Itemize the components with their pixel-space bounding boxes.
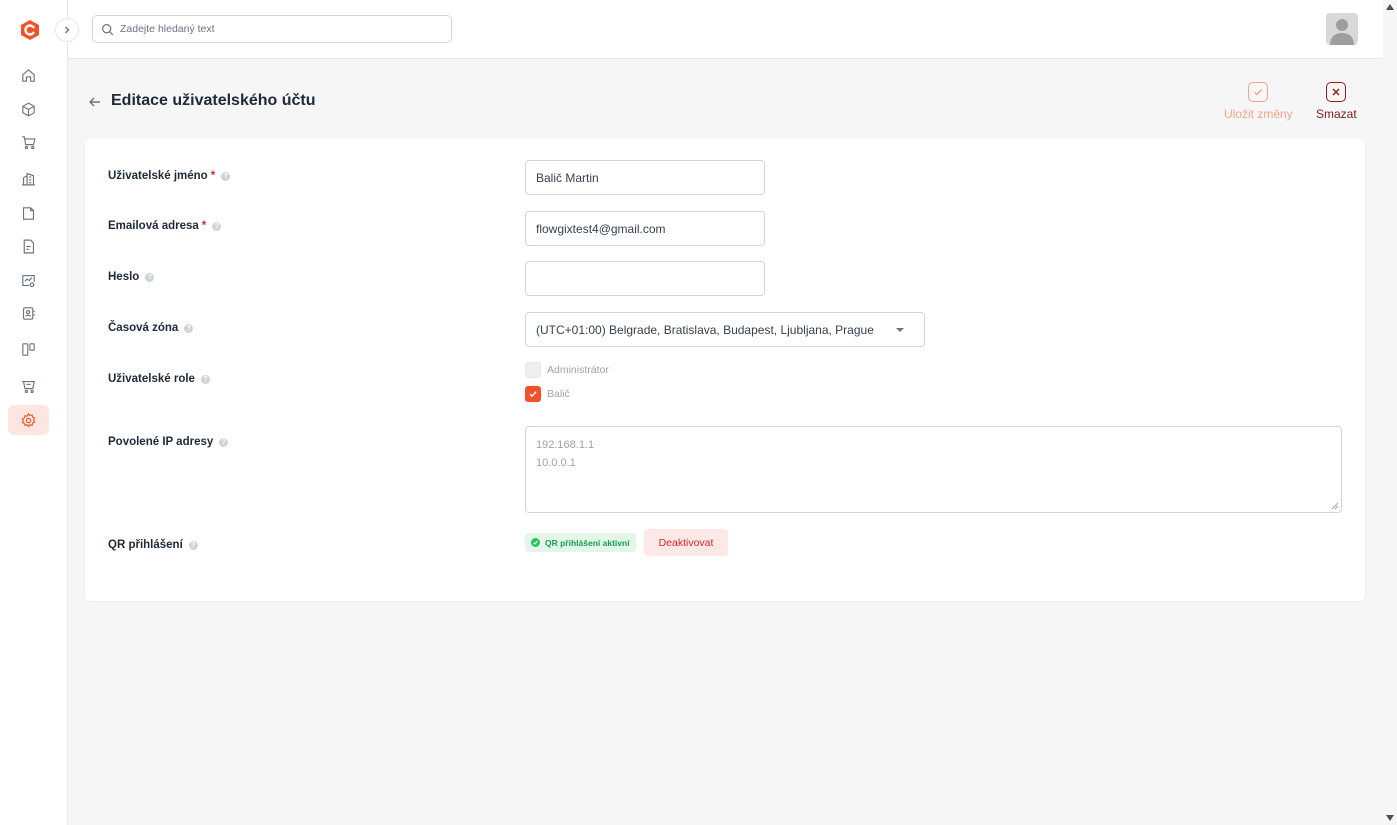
user-form-card: Uživatelské jméno *? Balič Martin Emailov… (85, 139, 1365, 601)
checkbox-checked[interactable] (525, 386, 541, 402)
required-mark: * (201, 220, 207, 232)
ip-line: 192.168.1.1 (536, 439, 595, 451)
email-field[interactable]: flowgixtest4@gmail.com (525, 211, 765, 246)
search-box[interactable] (92, 15, 452, 43)
cart-icon (22, 135, 36, 149)
sidebar-toggle-button[interactable] (55, 18, 79, 42)
help-icon[interactable]: ? (184, 323, 194, 333)
sidebar-item-analytics[interactable] (8, 265, 49, 295)
help-icon[interactable]: ? (221, 171, 231, 181)
box-icon (22, 101, 35, 117)
sidebar-item-settings[interactable] (8, 405, 49, 435)
check-icon (1248, 82, 1269, 102)
gear-icon (21, 412, 36, 427)
help-icon[interactable]: ? (212, 221, 222, 231)
home-icon (22, 68, 35, 82)
sidebar-item-contacts[interactable] (8, 298, 49, 328)
roles-label: Uživatelské role? (108, 373, 210, 385)
search-input[interactable] (120, 23, 440, 35)
save-changes-button[interactable]: Uložit změny (1224, 82, 1293, 121)
shop-cart-icon (22, 380, 35, 393)
username-label: Uživatelské jméno *? (108, 170, 231, 182)
delete-button[interactable]: Smazat (1316, 82, 1357, 121)
scroll-up-arrow-icon[interactable] (1386, 4, 1394, 10)
sidebar-item-warehouse[interactable] (8, 163, 49, 193)
required-mark: * (210, 170, 216, 182)
checkbox-unchecked[interactable] (525, 362, 541, 378)
sidebar-item-products[interactable] (8, 94, 49, 124)
deactivate-button[interactable]: Deaktivovat (644, 529, 728, 556)
password-label: Heslo? (108, 271, 155, 283)
sidebar (0, 0, 68, 825)
help-icon[interactable]: ? (200, 374, 210, 384)
user-avatar[interactable] (1326, 13, 1358, 45)
chevron-right-icon (65, 26, 70, 34)
help-icon[interactable]: ? (188, 540, 198, 550)
page-scrollbar[interactable] (1383, 0, 1397, 825)
analytics-icon (22, 274, 35, 287)
app-logo-icon[interactable] (19, 19, 41, 41)
qr-login-label: QR přihlášení? (108, 539, 198, 551)
resize-handle-icon[interactable] (1331, 502, 1339, 510)
qr-status-badge: QR přihlášení aktivní (525, 533, 636, 552)
close-icon (1326, 82, 1347, 102)
user-silhouette-icon (1330, 19, 1354, 45)
search-icon (102, 23, 114, 35)
ip-addresses-textarea[interactable]: 192.168.1.1 10.0.0.1 (525, 426, 1342, 513)
report-icon (23, 239, 35, 253)
back-arrow-icon[interactable] (88, 95, 102, 109)
timezone-select[interactable]: (UTC+01:00) Belgrade, Bratislava, Budape… (525, 312, 925, 347)
save-changes-label: Uložit změny (1224, 107, 1293, 121)
username-field[interactable]: Balič Martin (525, 160, 765, 195)
page-title: Editace uživatelského účtu (111, 92, 316, 109)
ip-line: 10.0.0.1 (536, 457, 576, 469)
role-option-balic[interactable]: Balič (525, 386, 570, 402)
kanban-icon (22, 342, 35, 356)
chevron-down-icon (896, 327, 904, 332)
delete-label: Smazat (1316, 107, 1357, 121)
top-bar (68, 0, 1383, 59)
scroll-down-arrow-icon[interactable] (1386, 815, 1394, 821)
building-icon (22, 172, 35, 185)
sidebar-item-home[interactable] (8, 60, 49, 90)
help-icon[interactable]: ? (219, 437, 229, 447)
email-label: Emailová adresa *? (108, 220, 222, 232)
help-icon[interactable]: ? (145, 272, 155, 282)
ip-addresses-label: Povolené IP adresy? (108, 436, 229, 448)
document-icon (22, 206, 35, 220)
check-circle-icon (531, 538, 540, 547)
contact-icon (22, 306, 35, 320)
sidebar-item-reports[interactable] (8, 231, 49, 261)
password-field[interactable] (525, 261, 765, 296)
sidebar-item-boards[interactable] (8, 334, 49, 364)
sidebar-item-documents[interactable] (8, 198, 49, 228)
sidebar-item-shop[interactable] (8, 371, 49, 401)
check-icon (529, 391, 537, 398)
timezone-label: Časová zóna? (108, 322, 194, 334)
role-option-administrator[interactable]: Administrátor (525, 362, 609, 378)
sidebar-item-orders[interactable] (8, 127, 49, 157)
